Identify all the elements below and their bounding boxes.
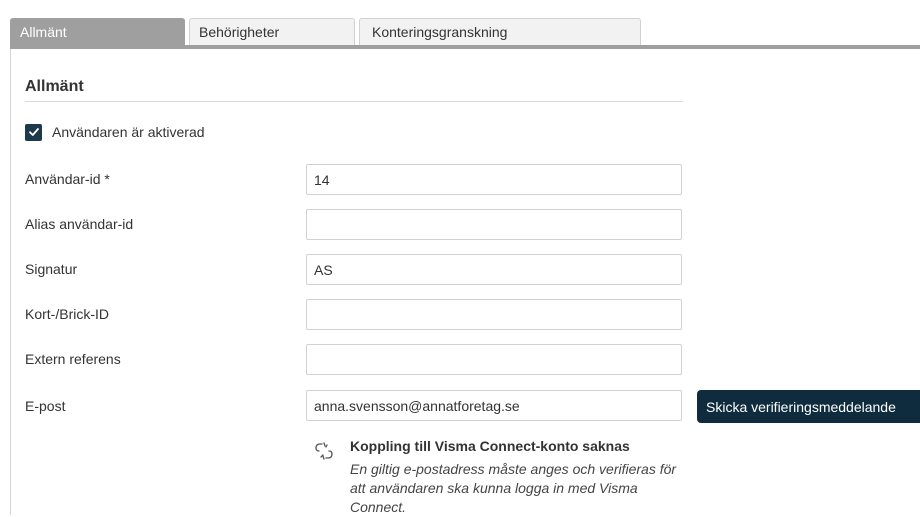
signature-label: Signatur [25,261,78,277]
user-id-label: Användar-id * [25,171,110,187]
broken-link-icon [315,442,333,460]
checkmark-icon [28,128,39,136]
alias-user-id-label: Alias användar-id [25,216,134,232]
tab-behorigheter[interactable]: Behörigheter [189,18,355,45]
active-user-label: Användaren är aktiverad [52,124,205,140]
tab-allmant[interactable]: Allmänt [10,18,185,45]
email-label: E-post [25,398,66,414]
signature-input[interactable] [306,254,682,285]
notice-body: En giltig e-postadress måste anges och v… [350,461,677,515]
notice-title: Koppling till Visma Connect-konto saknas [350,438,630,454]
user-id-input[interactable] [306,164,682,195]
external-reference-label: Extern referens [25,351,121,367]
tab-bar: Allmänt Behörigheter Konteringsgransknin… [10,18,920,45]
tab-konteringsgranskning[interactable]: Konteringsgranskning [359,18,641,45]
card-id-label: Kort-/Brick-ID [25,306,109,322]
section-divider [25,101,683,102]
email-input[interactable] [306,390,682,421]
external-reference-input[interactable] [306,344,682,375]
active-user-checkbox[interactable] [25,123,42,141]
alias-user-id-input[interactable] [306,209,682,240]
section-title: Allmänt [25,78,84,95]
active-user-checkbox-row[interactable]: Användaren är aktiverad [25,122,205,142]
card-id-input[interactable] [306,299,682,330]
send-verification-button[interactable]: Skicka verifieringsmeddelande [697,390,920,423]
